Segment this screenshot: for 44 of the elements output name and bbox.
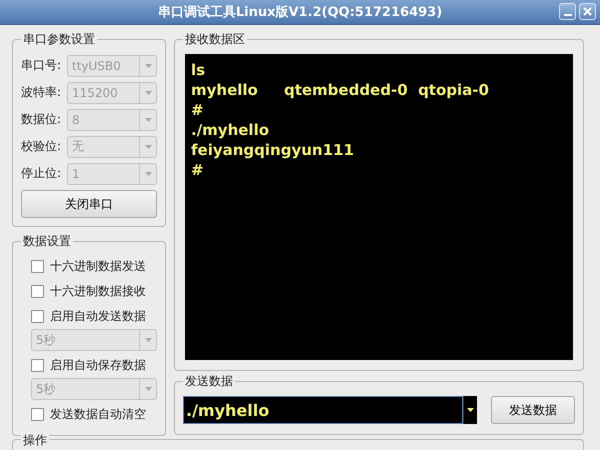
dropdown-arrow-icon [144, 64, 152, 68]
terminal-line: ls [191, 60, 206, 80]
group-title: 操作 [21, 433, 49, 447]
dropdown-arrow-icon [144, 338, 152, 342]
minimize-icon [564, 14, 572, 16]
group-title: 发送数据 [184, 373, 234, 390]
dropdown-arrow-icon [144, 387, 152, 391]
window-title: 串口调试工具Linux版V1.2(QQ:517216493) [156, 4, 444, 21]
group-title: 串口参数设置 [22, 31, 96, 48]
checkbox-label: 发送数据自动清空 [50, 406, 146, 423]
field-label: 数据位: [21, 111, 62, 128]
close-icon [583, 7, 592, 16]
field-label: 校验位: [21, 138, 62, 155]
checkbox-label: 启用自动保存数据 [50, 357, 146, 374]
dropdown-arrow-icon [144, 172, 152, 176]
dropdown-arrow-icon [144, 118, 152, 122]
checkbox-label: 十六进制数据发送 [50, 258, 146, 275]
checkbox-label: 启用自动发送数据 [50, 308, 146, 325]
terminal-line: # [191, 160, 204, 180]
close-port-button[interactable]: 关闭串口 [21, 190, 157, 218]
checkbox[interactable] [31, 285, 44, 298]
checkbox[interactable] [31, 359, 44, 372]
send-input-field[interactable]: ./myhello [183, 396, 463, 424]
dropdown-arrow-icon [144, 90, 152, 94]
field-label: 停止位: [21, 165, 62, 182]
receive-text-area[interactable]: ls myhello qtembedded-0 qtopia-0 # ./myhello feiyangqingyun111 # [185, 54, 573, 360]
terminal-line: feiyangqingyun111 [191, 140, 354, 160]
checkbox[interactable] [31, 260, 44, 273]
send-button[interactable]: 发送数据 [491, 396, 575, 424]
close-button[interactable] [579, 3, 596, 20]
group-title: 接收数据区 [184, 31, 246, 48]
checkbox-label: 十六进制数据接收 [50, 283, 146, 300]
field-label: 波特率: [21, 84, 62, 101]
checkbox[interactable] [31, 310, 44, 323]
terminal-line: # [191, 100, 204, 120]
dropdown-button[interactable] [463, 396, 477, 424]
checkbox[interactable] [31, 408, 44, 421]
terminal-line: ./myhello [191, 120, 270, 140]
dropdown-arrow-icon [467, 408, 474, 412]
minimize-button[interactable] [559, 3, 576, 20]
dropdown-arrow-icon [144, 144, 152, 148]
group-title: 数据设置 [22, 233, 72, 250]
terminal-line: myhello qtembedded-0 qtopia-0 [191, 80, 489, 100]
field-label: 串口号: [21, 57, 62, 74]
